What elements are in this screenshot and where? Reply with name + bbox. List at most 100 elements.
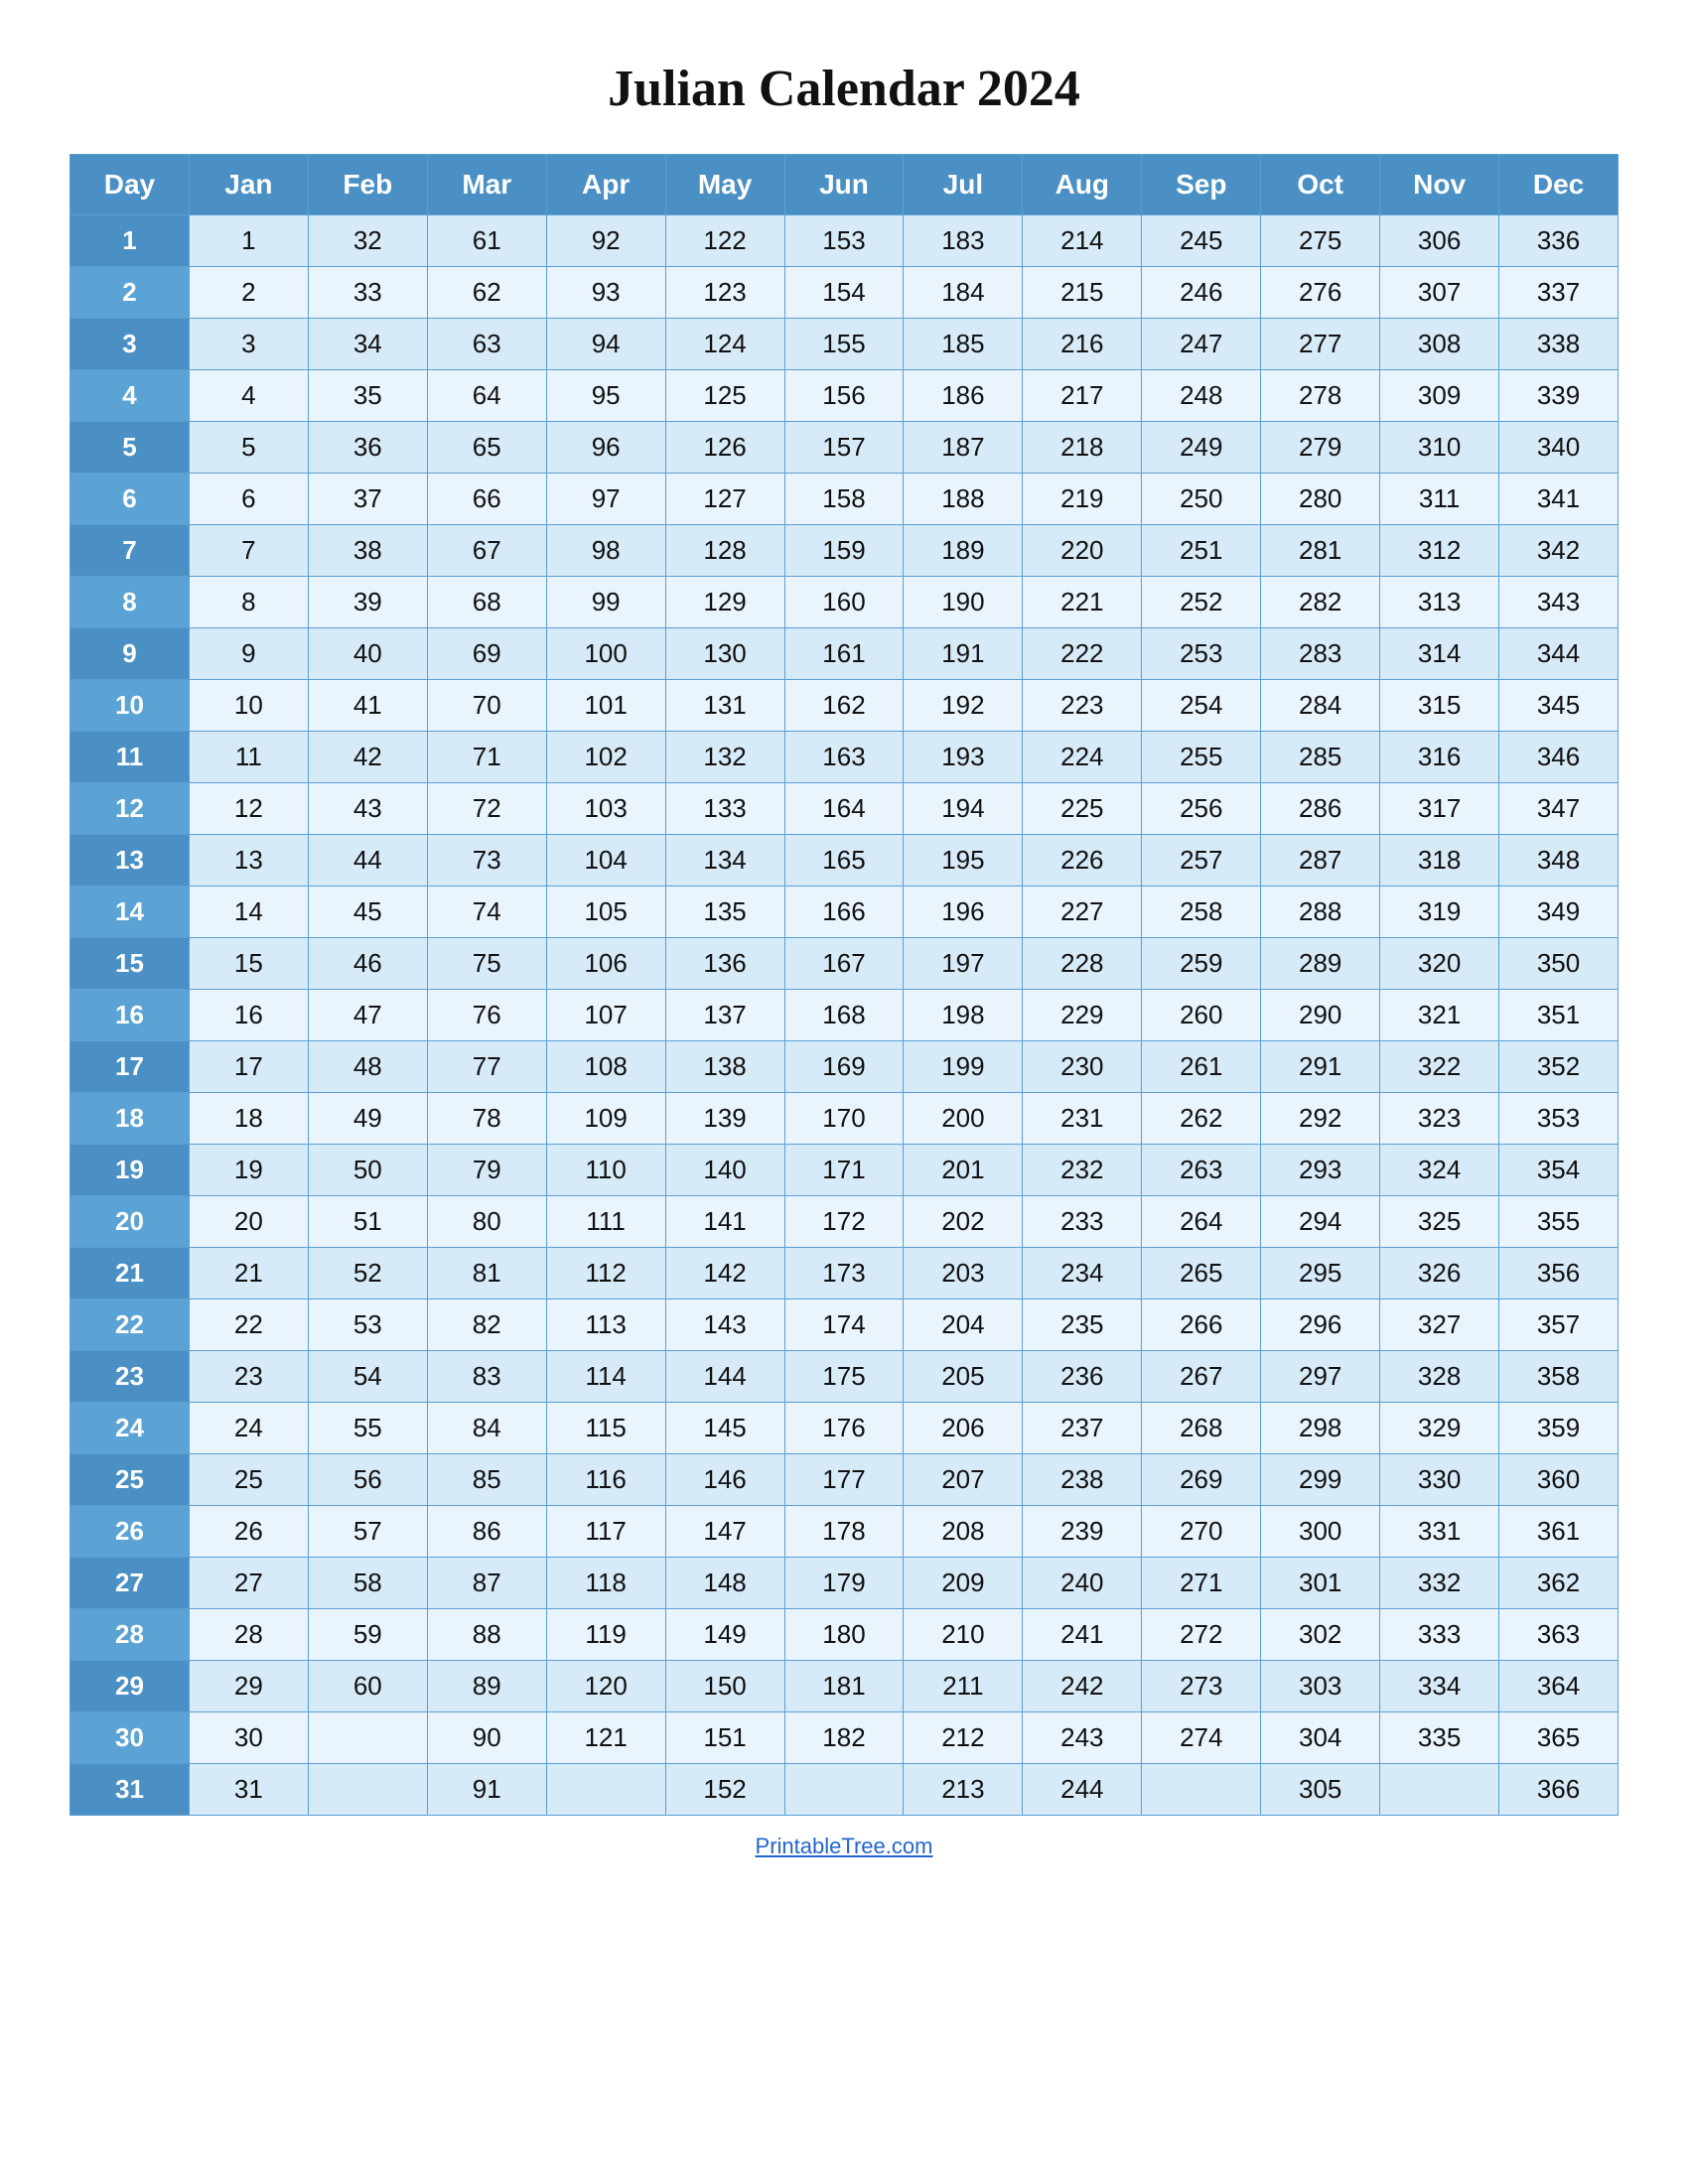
julian-day-cell: 203 [904, 1248, 1023, 1299]
julian-day-cell: 152 [665, 1764, 784, 1816]
julian-day-cell: 278 [1261, 370, 1380, 422]
julian-day-cell: 19 [189, 1145, 308, 1196]
julian-day-cell: 14 [189, 887, 308, 938]
julian-day-cell: 325 [1380, 1196, 1499, 1248]
julian-day-cell: 60 [308, 1661, 427, 1712]
julian-day-cell: 108 [546, 1041, 665, 1093]
julian-day-cell: 69 [427, 628, 546, 680]
day-cell: 18 [70, 1093, 190, 1145]
column-header-nov: Nov [1380, 155, 1499, 215]
julian-day-cell: 73 [427, 835, 546, 887]
column-header-aug: Aug [1023, 155, 1142, 215]
julian-day-cell: 47 [308, 990, 427, 1041]
julian-day-cell: 342 [1499, 525, 1618, 577]
julian-day-cell: 13 [189, 835, 308, 887]
julian-day-cell: 40 [308, 628, 427, 680]
julian-day-cell: 186 [904, 370, 1023, 422]
table-row: 21215281112142173203234265295326356 [70, 1248, 1618, 1299]
julian-day-cell: 28 [189, 1609, 308, 1661]
column-header-may: May [665, 155, 784, 215]
julian-day-cell: 222 [1023, 628, 1142, 680]
julian-day-cell: 119 [546, 1609, 665, 1661]
julian-day-cell: 179 [784, 1558, 904, 1609]
julian-day-cell: 88 [427, 1609, 546, 1661]
julian-day-cell: 160 [784, 577, 904, 628]
day-cell: 29 [70, 1661, 190, 1712]
julian-day-cell: 139 [665, 1093, 784, 1145]
julian-day-cell: 105 [546, 887, 665, 938]
julian-day-cell: 101 [546, 680, 665, 732]
julian-day-cell: 114 [546, 1351, 665, 1403]
julian-day-cell: 136 [665, 938, 784, 990]
julian-day-cell: 275 [1261, 215, 1380, 267]
table-row: 28285988119149180210241272302333363 [70, 1609, 1618, 1661]
julian-day-cell: 61 [427, 215, 546, 267]
julian-day-cell: 92 [546, 215, 665, 267]
julian-day-cell: 193 [904, 732, 1023, 783]
day-cell: 19 [70, 1145, 190, 1196]
day-cell: 10 [70, 680, 190, 732]
julian-day-cell: 106 [546, 938, 665, 990]
julian-day-cell: 93 [546, 267, 665, 319]
julian-day-cell: 191 [904, 628, 1023, 680]
day-cell: 11 [70, 732, 190, 783]
julian-day-cell: 62 [427, 267, 546, 319]
julian-day-cell: 66 [427, 474, 546, 525]
julian-day-cell: 4 [189, 370, 308, 422]
julian-day-cell: 78 [427, 1093, 546, 1145]
julian-day-cell: 322 [1380, 1041, 1499, 1093]
julian-day-cell: 301 [1261, 1558, 1380, 1609]
table-row: 33346394124155185216247277308338 [70, 319, 1618, 370]
julian-day-cell: 151 [665, 1712, 784, 1764]
julian-day-cell: 187 [904, 422, 1023, 474]
julian-day-cell: 361 [1499, 1506, 1618, 1558]
julian-day-cell: 5 [189, 422, 308, 474]
julian-day-cell: 165 [784, 835, 904, 887]
footer-link[interactable]: PrintableTree.com [756, 1834, 933, 1859]
julian-day-cell: 309 [1380, 370, 1499, 422]
julian-day-cell: 31 [189, 1764, 308, 1816]
julian-day-cell: 52 [308, 1248, 427, 1299]
julian-day-cell: 269 [1142, 1454, 1261, 1506]
julian-day-cell: 357 [1499, 1299, 1618, 1351]
julian-day-cell: 54 [308, 1351, 427, 1403]
julian-day-cell: 291 [1261, 1041, 1380, 1093]
julian-day-cell: 273 [1142, 1661, 1261, 1712]
julian-day-cell: 192 [904, 680, 1023, 732]
julian-day-cell: 24 [189, 1403, 308, 1454]
julian-day-cell: 300 [1261, 1506, 1380, 1558]
table-row: 11326192122153183214245275306336 [70, 215, 1618, 267]
julian-day-cell: 318 [1380, 835, 1499, 887]
julian-day-cell: 126 [665, 422, 784, 474]
column-header-dec: Dec [1499, 155, 1618, 215]
column-header-jul: Jul [904, 155, 1023, 215]
julian-day-cell: 21 [189, 1248, 308, 1299]
julian-day-cell: 79 [427, 1145, 546, 1196]
julian-day-cell: 117 [546, 1506, 665, 1558]
julian-day-cell: 185 [904, 319, 1023, 370]
julian-day-cell: 125 [665, 370, 784, 422]
julian-day-cell: 134 [665, 835, 784, 887]
julian-day-cell: 18 [189, 1093, 308, 1145]
julian-day-cell: 246 [1142, 267, 1261, 319]
julian-day-cell: 362 [1499, 1558, 1618, 1609]
julian-day-cell: 320 [1380, 938, 1499, 990]
julian-day-cell: 43 [308, 783, 427, 835]
julian-day-cell: 256 [1142, 783, 1261, 835]
julian-day-cell: 314 [1380, 628, 1499, 680]
julian-day-cell: 94 [546, 319, 665, 370]
day-cell: 15 [70, 938, 190, 990]
day-cell: 21 [70, 1248, 190, 1299]
julian-day-cell: 157 [784, 422, 904, 474]
julian-day-cell: 132 [665, 732, 784, 783]
column-header-day: Day [70, 155, 190, 215]
julian-day-cell: 200 [904, 1093, 1023, 1145]
julian-day-cell: 48 [308, 1041, 427, 1093]
julian-day-cell: 290 [1261, 990, 1380, 1041]
julian-day-cell: 297 [1261, 1351, 1380, 1403]
julian-day-cell: 38 [308, 525, 427, 577]
day-cell: 20 [70, 1196, 190, 1248]
julian-day-cell: 26 [189, 1506, 308, 1558]
julian-day-cell: 133 [665, 783, 784, 835]
julian-day-cell: 231 [1023, 1093, 1142, 1145]
